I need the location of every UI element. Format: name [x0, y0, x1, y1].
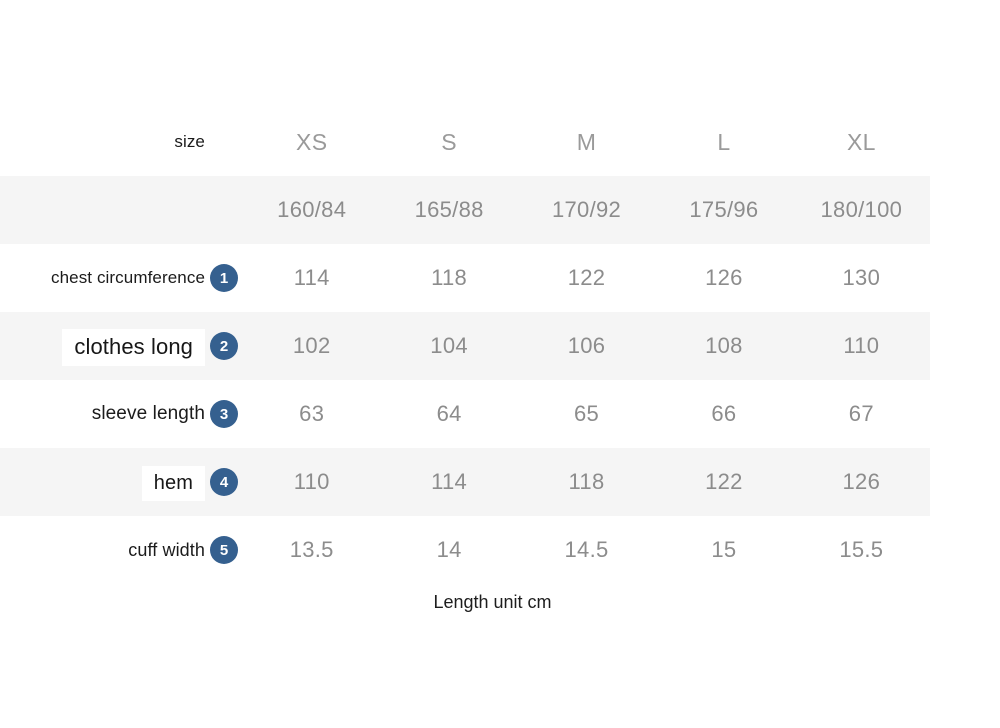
- cell-chest-circumference-m: 122: [567, 265, 606, 290]
- table-row: cuff width 5 13.5 14 14.5 15 15.5: [0, 516, 930, 584]
- cell-sleeve-length-xs: 63: [299, 401, 325, 426]
- column-header-xs: XS: [296, 128, 328, 155]
- cell-sleeve-length-s: 64: [436, 401, 462, 426]
- row-label-hem: hem: [141, 465, 205, 501]
- measurement-badge-3: 3: [210, 400, 238, 428]
- subheader-value-xl: 180/100: [820, 197, 903, 222]
- measurement-badge-4: 4: [210, 468, 238, 496]
- cell-sleeve-length-l: 66: [711, 401, 737, 426]
- size-table: size XS S M L XL 160/84 165/88 170/92 17…: [0, 108, 1000, 584]
- measurement-badge-1: 1: [210, 264, 238, 292]
- cell-chest-circumference-xs: 114: [293, 265, 330, 290]
- column-header-m: M: [576, 128, 597, 155]
- row-label-sleeve-length: sleeve length: [91, 403, 205, 424]
- row-badge-cell-1: 1: [205, 264, 243, 292]
- row-badge-cell-4: 4: [205, 468, 243, 496]
- cell-cuff-width-m: 14.5: [564, 537, 609, 562]
- cell-clothes-long-l: 108: [705, 333, 743, 358]
- subheader-value-s: 165/88: [414, 197, 484, 222]
- row-label-cell-hem: hem: [0, 465, 205, 501]
- subheader-label-cell: [0, 201, 205, 219]
- cell-hem-l: 122: [705, 469, 743, 494]
- cell-cuff-width-xs: 13.5: [289, 537, 334, 562]
- column-header-xl: XL: [846, 128, 876, 155]
- cell-hem-xl: 126: [842, 469, 881, 494]
- row-badge-cell-3: 3: [205, 400, 243, 428]
- table-row: clothes long 2 102 104 106 108 110: [0, 312, 930, 380]
- cell-cuff-width-xl: 15.5: [839, 537, 884, 562]
- subheader-value-l: 175/96: [689, 197, 759, 222]
- row-badge-cell-2: 2: [205, 332, 243, 360]
- cell-cuff-width-l: 15: [711, 537, 737, 562]
- cell-cuff-width-s: 14: [436, 537, 462, 562]
- table-row: chest circumference 1 114 118 122 126 13…: [0, 244, 930, 312]
- cell-clothes-long-m: 106: [567, 333, 606, 358]
- row-label-cell-cuff-width: cuff width: [0, 540, 205, 561]
- page-title: size: [174, 132, 205, 151]
- unit-note: Length unit cm: [433, 592, 552, 612]
- cell-clothes-long-xl: 110: [843, 333, 880, 358]
- cell-chest-circumference-l: 126: [705, 265, 743, 290]
- row-label-chest-circumference: chest circumference: [50, 268, 205, 287]
- row-label-cell-chest-circumference: chest circumference: [0, 268, 205, 288]
- row-label-cell-clothes-long: clothes long: [0, 328, 205, 366]
- table-row: hem 4 110 114 118 122 126: [0, 448, 930, 516]
- subheader-value-xs: 160/84: [277, 197, 347, 222]
- cell-chest-circumference-s: 118: [431, 265, 468, 290]
- row-badge-cell-5: 5: [205, 536, 243, 564]
- cell-clothes-long-s: 104: [430, 333, 468, 358]
- size-chart: size XS S M L XL 160/84 165/88 170/92 17…: [0, 0, 1000, 728]
- row-label-cuff-width: cuff width: [128, 539, 205, 560]
- cell-sleeve-length-xl: 67: [848, 401, 874, 426]
- cell-clothes-long-xs: 102: [292, 333, 331, 358]
- table-subheader-row: 160/84 165/88 170/92 175/96 180/100: [0, 176, 930, 244]
- cell-chest-circumference-xl: 130: [842, 265, 881, 290]
- row-label-clothes-long: clothes long: [62, 328, 205, 366]
- row-label-cell-sleeve-length: sleeve length: [0, 403, 205, 425]
- header-label-cell: size: [0, 132, 205, 152]
- cell-hem-m: 118: [568, 469, 605, 494]
- subheader-value-m: 170/92: [551, 197, 622, 222]
- measurement-badge-5: 5: [210, 536, 238, 564]
- column-header-l: L: [717, 128, 731, 155]
- cell-sleeve-length-m: 65: [573, 401, 600, 426]
- table-row: sleeve length 3 63 64 65 66 67: [0, 380, 930, 448]
- measurement-badge-2: 2: [210, 332, 238, 360]
- cell-hem-s: 114: [431, 469, 468, 494]
- cell-hem-xs: 110: [293, 469, 330, 494]
- column-header-s: S: [441, 128, 457, 155]
- table-header-row: size XS S M L XL: [0, 108, 930, 176]
